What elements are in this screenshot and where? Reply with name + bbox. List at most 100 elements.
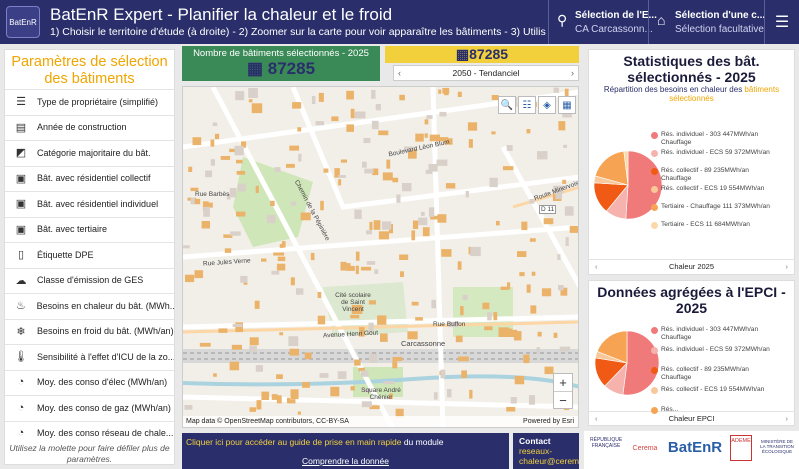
gauge-icon: ◔ — [17, 427, 25, 440]
sidebar-layer-item[interactable]: ▤ Année de construction — [5, 114, 174, 140]
powered-by: Powered by Esri — [523, 418, 574, 425]
search-icon[interactable]: 🔍 — [498, 96, 516, 114]
chevron-left-icon[interactable]: ‹ — [595, 412, 598, 426]
scenario-count-value: 87285 — [469, 46, 509, 62]
office-icon: ▣ — [15, 223, 27, 236]
chevron-right-icon[interactable]: › — [571, 66, 574, 80]
legend-swatch — [651, 222, 658, 229]
legend-swatch — [651, 168, 658, 175]
legend-swatch — [651, 347, 658, 354]
map-attribution: Map data © OpenStreetMap contributors, C… — [183, 416, 578, 427]
sidebar-layer-label: Bât. avec résidentiel individuel — [37, 198, 159, 209]
guide-suffix: du module — [401, 437, 444, 447]
snowflake-icon: ❄ — [16, 325, 26, 338]
location-pin-icon: ⚲ — [557, 12, 568, 28]
house-icon: ▣ — [15, 198, 27, 211]
legend-entry: Rés. individuel - ECS 59 372MWh/an — [651, 346, 779, 354]
list-icon: ☰ — [16, 96, 26, 109]
sidebar-title: Paramètres de sélection des bâtiments — [11, 54, 168, 87]
sidebar-layer-label: Moy. des conso de gaz (MWh/an) — [37, 402, 171, 413]
zoom-in-button[interactable]: + — [554, 374, 572, 391]
legend-entry: Rés. individuel - 303 447MWh/an Chauffag… — [651, 131, 779, 147]
zoom-out-button[interactable]: − — [554, 391, 572, 408]
sidebar-layer-item[interactable]: ❄ Besoins en froid du bât. (MWh/an) — [5, 318, 174, 344]
chevron-left-icon[interactable]: ‹ — [595, 260, 598, 274]
scenario-label: 2050 - Tendanciel — [452, 68, 520, 78]
top-bar: BatEnR BatEnR Expert - Planifier la chal… — [0, 0, 799, 44]
scroll-hint: Utilisez la molette pour faire défiler p… — [9, 443, 170, 464]
understand-data-link[interactable]: Comprendre la donnée — [182, 447, 509, 466]
road-number-badge: D 11 — [539, 205, 557, 214]
cloud-icon: ☁ — [15, 274, 27, 287]
sidebar-layer-item[interactable]: ▯ Étiquette DPE — [5, 242, 174, 267]
sidebar-layer-item[interactable]: ◔ Moy. des conso réseau de chale... — [5, 420, 174, 446]
map-toolbar: 🔍 ☷ ◈ ▦ — [498, 96, 576, 114]
sidebar-layer-label: Bât. avec tertiaire — [37, 224, 108, 235]
sidebar-layer-label: Catégorie majoritaire du bât. — [37, 147, 151, 158]
stats-title: Statistiques des bât. sélectionnés - 202… — [623, 53, 760, 85]
sidebar-layer-item[interactable]: ☰ Type de propriétaire (simplifié) — [5, 89, 174, 114]
republique-logo: RÉPUBLIQUE FRANÇAISE — [590, 437, 623, 449]
sidebar-layer-label: Besoins en chaleur du bât. (MWh... — [36, 300, 174, 311]
sidebar-layer-item[interactable]: ▣ Bât. avec résidentiel individuel — [5, 191, 174, 216]
app-instructions: 1) Choisir le territoire d'étude (à droi… — [50, 26, 546, 38]
chevron-left-icon[interactable]: ‹ — [398, 66, 401, 80]
legend-entry: Tertiaire - Chauffage 111 373MWh/an — [651, 203, 779, 211]
legend-entry: Rés. collectif - 89 235MWh/an Chauffage — [651, 366, 779, 382]
zoom-control: + − — [553, 373, 573, 409]
guide-link[interactable]: Cliquer ici pour accéder au guide de pri… — [186, 437, 401, 447]
ministere-logo: MINISTÈRE DE LA TRANSITION ÉCOLOGIQUE — [760, 439, 794, 454]
commune-label: Sélection d'une c... — [675, 10, 766, 21]
flame-icon: ♨ — [15, 300, 26, 313]
basemap-icon[interactable]: ▦ — [558, 96, 576, 114]
territory-selector[interactable]: ⚲ Sélection de l'E... CA Carcassonn... — [548, 0, 657, 44]
contact-title: Contact — [519, 436, 551, 446]
sidebar-layer-item[interactable]: ♨ Besoins en chaleur du bât. (MWh... — [5, 293, 174, 318]
sidebar-layer-label: Étiquette DPE — [37, 249, 94, 260]
legend-icon[interactable]: ☷ — [518, 96, 536, 114]
legend-entry: Rés. collectif - 89 235MWh/an Chauffage — [651, 167, 779, 183]
sidebar-layer-item[interactable]: ◔ Moy. des conso de gaz (MWh/an) — [5, 395, 174, 420]
category-icon: ◩ — [15, 147, 27, 160]
sidebar-layer-item[interactable]: ◩ Catégorie majoritaire du bât. — [5, 140, 174, 165]
map-view[interactable]: Boulevard Léon Blum Rue Barbès Chemin de… — [182, 86, 579, 428]
legend-swatch — [651, 204, 658, 211]
attribution-text: Map data © OpenStreetMap contributors, C… — [186, 418, 349, 425]
sidebar-layer-item[interactable]: ▣ Bât. avec tertiaire — [5, 216, 174, 242]
pie-slice[interactable] — [622, 330, 660, 396]
sidebar-layer-label: Bât. avec résidentiel collectif — [37, 173, 151, 184]
batenr-logo: BatEnR — [667, 439, 723, 456]
scenario-selector[interactable]: ‹ 2050 - Tendanciel › — [393, 65, 579, 81]
selected-count-value: 87285 — [267, 59, 316, 78]
app-logo: BatEnR — [6, 6, 40, 38]
railway — [183, 349, 578, 363]
territory-label: Sélection de l'E... — [575, 10, 657, 21]
selected-count-card: Nombre de bâtiments sélectionnés - 2025 … — [182, 46, 380, 81]
hamburger-icon[interactable]: ☰ — [764, 0, 799, 44]
legend-entry: Tertiaire - ECS 11 684MWh/an — [651, 221, 779, 229]
thermometer-icon: 🌡 — [14, 351, 28, 364]
sidebar-layer-item[interactable]: ▣ Bât. avec résidentiel collectif — [5, 165, 174, 191]
building-icon: ▣ — [15, 172, 27, 185]
sidebar-layer-label: Besoins en froid du bât. (MWh/an) — [37, 326, 174, 337]
map-label: Rue Barbès — [195, 191, 230, 198]
sidebar-layer-item[interactable]: 🌡 Sensibilité à l'effet d'ICU de la zo... — [5, 344, 174, 369]
chevron-right-icon[interactable]: › — [786, 260, 789, 274]
sidebar-layer-item[interactable]: ◔ Moy. des conso d'élec (MWh/an) — [5, 369, 174, 395]
sidebar-layer-label: Sensibilité à l'effet d'ICU de la zo... — [36, 351, 174, 362]
sidebar-layer-label: Moy. des conso d'élec (MWh/an) — [37, 377, 168, 388]
commune-selector[interactable]: ⌂ Sélection d'une c... Sélection faculta… — [648, 0, 766, 44]
epci-nav-label: Chaleur EPCI — [668, 414, 715, 423]
layers-icon[interactable]: ◈ — [538, 96, 556, 114]
legend-swatch — [651, 407, 658, 414]
stats-nav-label: Chaleur 2025 — [668, 262, 715, 271]
selected-count-label: Nombre de bâtiments sélectionnés - 2025 — [193, 48, 369, 59]
guide-panel: Cliquer ici pour accéder au guide de pri… — [182, 433, 509, 469]
pie-chart-epci — [594, 330, 660, 396]
contact-email[interactable]: reseaux-chaleur@cerem — [519, 446, 579, 466]
legend-entry: Rés. collectif - ECS 19 554MWh/an — [651, 185, 779, 193]
sidebar-layer-label: Année de construction — [37, 122, 127, 133]
sidebar-layer-item[interactable]: ☁ Classe d'émission de GES — [5, 267, 174, 293]
chevron-right-icon[interactable]: › — [786, 412, 789, 426]
map-label: Rue Buffon — [433, 321, 466, 328]
